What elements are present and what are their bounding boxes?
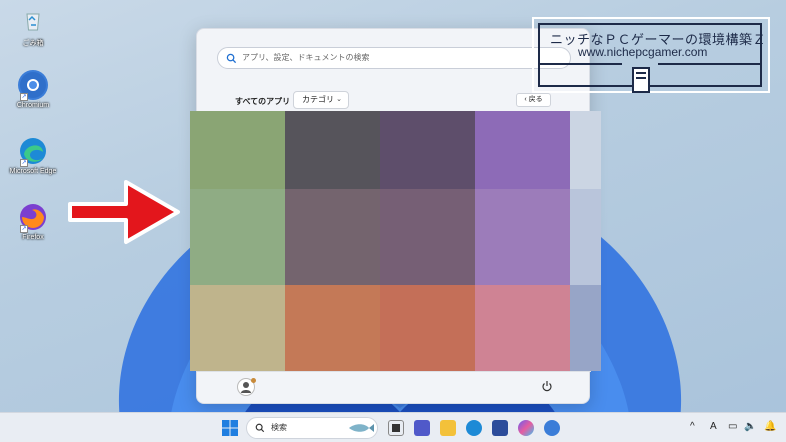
edge-icon[interactable] (466, 420, 482, 436)
back-label: 戻る (528, 96, 543, 103)
mosaic-tile (285, 189, 380, 285)
notification-dot (251, 378, 256, 383)
mosaic-tile (190, 285, 285, 371)
start-search-input[interactable]: アプリ、設定、ドキュメントの検索 (217, 47, 571, 69)
desktop-icon-chromium[interactable]: ↗ Chromium (6, 70, 60, 109)
taskbar: 検索 ^ A ▭ 🔈 🔔 (0, 412, 786, 442)
desktop-icon-firefox[interactable]: ↗ Firefox (6, 202, 60, 241)
desktop-icon-recycle-bin[interactable]: ごみ箱 (6, 6, 60, 48)
mosaic-tile (190, 189, 285, 285)
firefox-icon: ↗ (18, 202, 48, 233)
site-watermark: ニッチなＰＣゲーマーの環境構築Ｚ www.nichepcgamer.com (532, 17, 770, 97)
category-dropdown[interactable]: カテゴリ ⌄ (293, 91, 349, 109)
watermark-line (538, 63, 622, 65)
watermark-line (538, 23, 762, 25)
desktop-icon-edge[interactable]: ↗ Microsoft Edge (6, 136, 60, 175)
mosaic-tile (475, 111, 570, 189)
search-highlight-icon (349, 424, 374, 432)
mosaic-tile (570, 111, 601, 189)
search-icon (255, 423, 265, 433)
power-icon[interactable] (541, 380, 553, 392)
recycle-bin-icon (18, 6, 48, 36)
network-icon[interactable]: ▭ (728, 421, 737, 432)
mosaic-tile (190, 111, 285, 189)
mosaic-tile (285, 111, 380, 189)
desktop-icon-label: Chromium (16, 102, 50, 109)
store-icon[interactable] (492, 420, 508, 436)
chevron-down-icon: ⌄ (336, 96, 342, 103)
shortcut-arrow-icon: ↗ (20, 225, 28, 233)
watermark-line (658, 63, 762, 65)
mosaic-tile (570, 189, 601, 285)
volume-icon[interactable]: 🔈 (744, 421, 756, 432)
shortcut-arrow-icon: ↗ (20, 159, 28, 167)
mosaic-tile (285, 285, 380, 371)
watermark-url: www.nichepcgamer.com (578, 45, 708, 59)
chevron-up-icon[interactable]: ^ (690, 421, 695, 432)
chromium-icon[interactable] (544, 420, 560, 436)
mosaic-tile (570, 285, 601, 371)
watermark-line (538, 85, 762, 87)
copilot-icon[interactable] (518, 420, 534, 436)
pc-tower-icon (632, 67, 650, 93)
taskbar-search-label: 検索 (271, 423, 287, 432)
mosaic-tile (475, 285, 570, 371)
mosaic-tile (380, 285, 475, 371)
red-arrow-annotation (68, 180, 180, 244)
desktop-icon-label: Microsoft Edge (9, 168, 57, 175)
desktop-icon-label: Firefox (22, 234, 44, 241)
start-bottom-bar (197, 371, 591, 405)
search-icon (226, 53, 237, 64)
teams-icon[interactable] (414, 420, 430, 436)
explorer-icon[interactable] (440, 420, 456, 436)
mosaic-tile (380, 189, 475, 285)
desktop-icon-label: ごみ箱 (22, 40, 44, 47)
pixelated-mosaic (190, 111, 601, 371)
search-placeholder: アプリ、設定、ドキュメントの検索 (242, 53, 370, 62)
windows-start-icon[interactable] (222, 420, 238, 436)
mosaic-tile (475, 189, 570, 285)
shortcut-arrow-icon: ↗ (20, 93, 28, 101)
edge-icon: ↗ (18, 136, 48, 167)
ime-indicator[interactable]: A (710, 421, 717, 432)
all-apps-heading: すべてのアプリ (235, 97, 291, 106)
taskbar-search-box[interactable]: 検索 (246, 417, 378, 439)
category-label: カテゴリ (302, 95, 334, 104)
user-avatar-button[interactable] (237, 378, 256, 396)
chromium-icon: ↗ (18, 70, 48, 101)
watermark-line (538, 23, 540, 87)
notification-bell-icon[interactable]: 🔔 (764, 421, 776, 432)
file-icon[interactable] (388, 420, 404, 436)
mosaic-tile (380, 111, 475, 189)
